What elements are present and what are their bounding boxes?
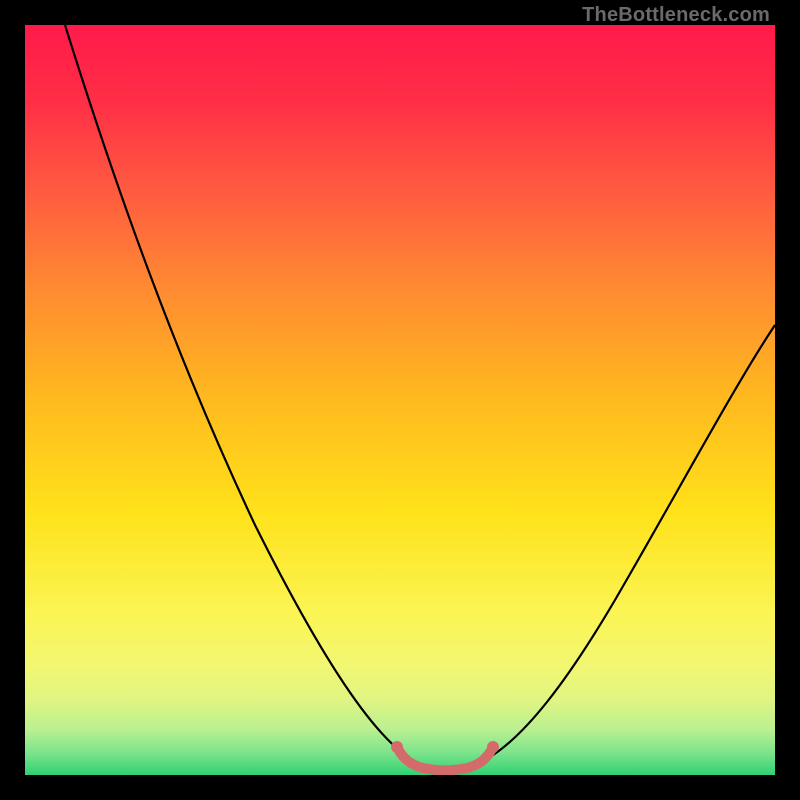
chart-frame — [25, 25, 775, 775]
watermark-text: TheBottleneck.com — [582, 4, 770, 27]
chart-background-gradient — [25, 25, 775, 775]
